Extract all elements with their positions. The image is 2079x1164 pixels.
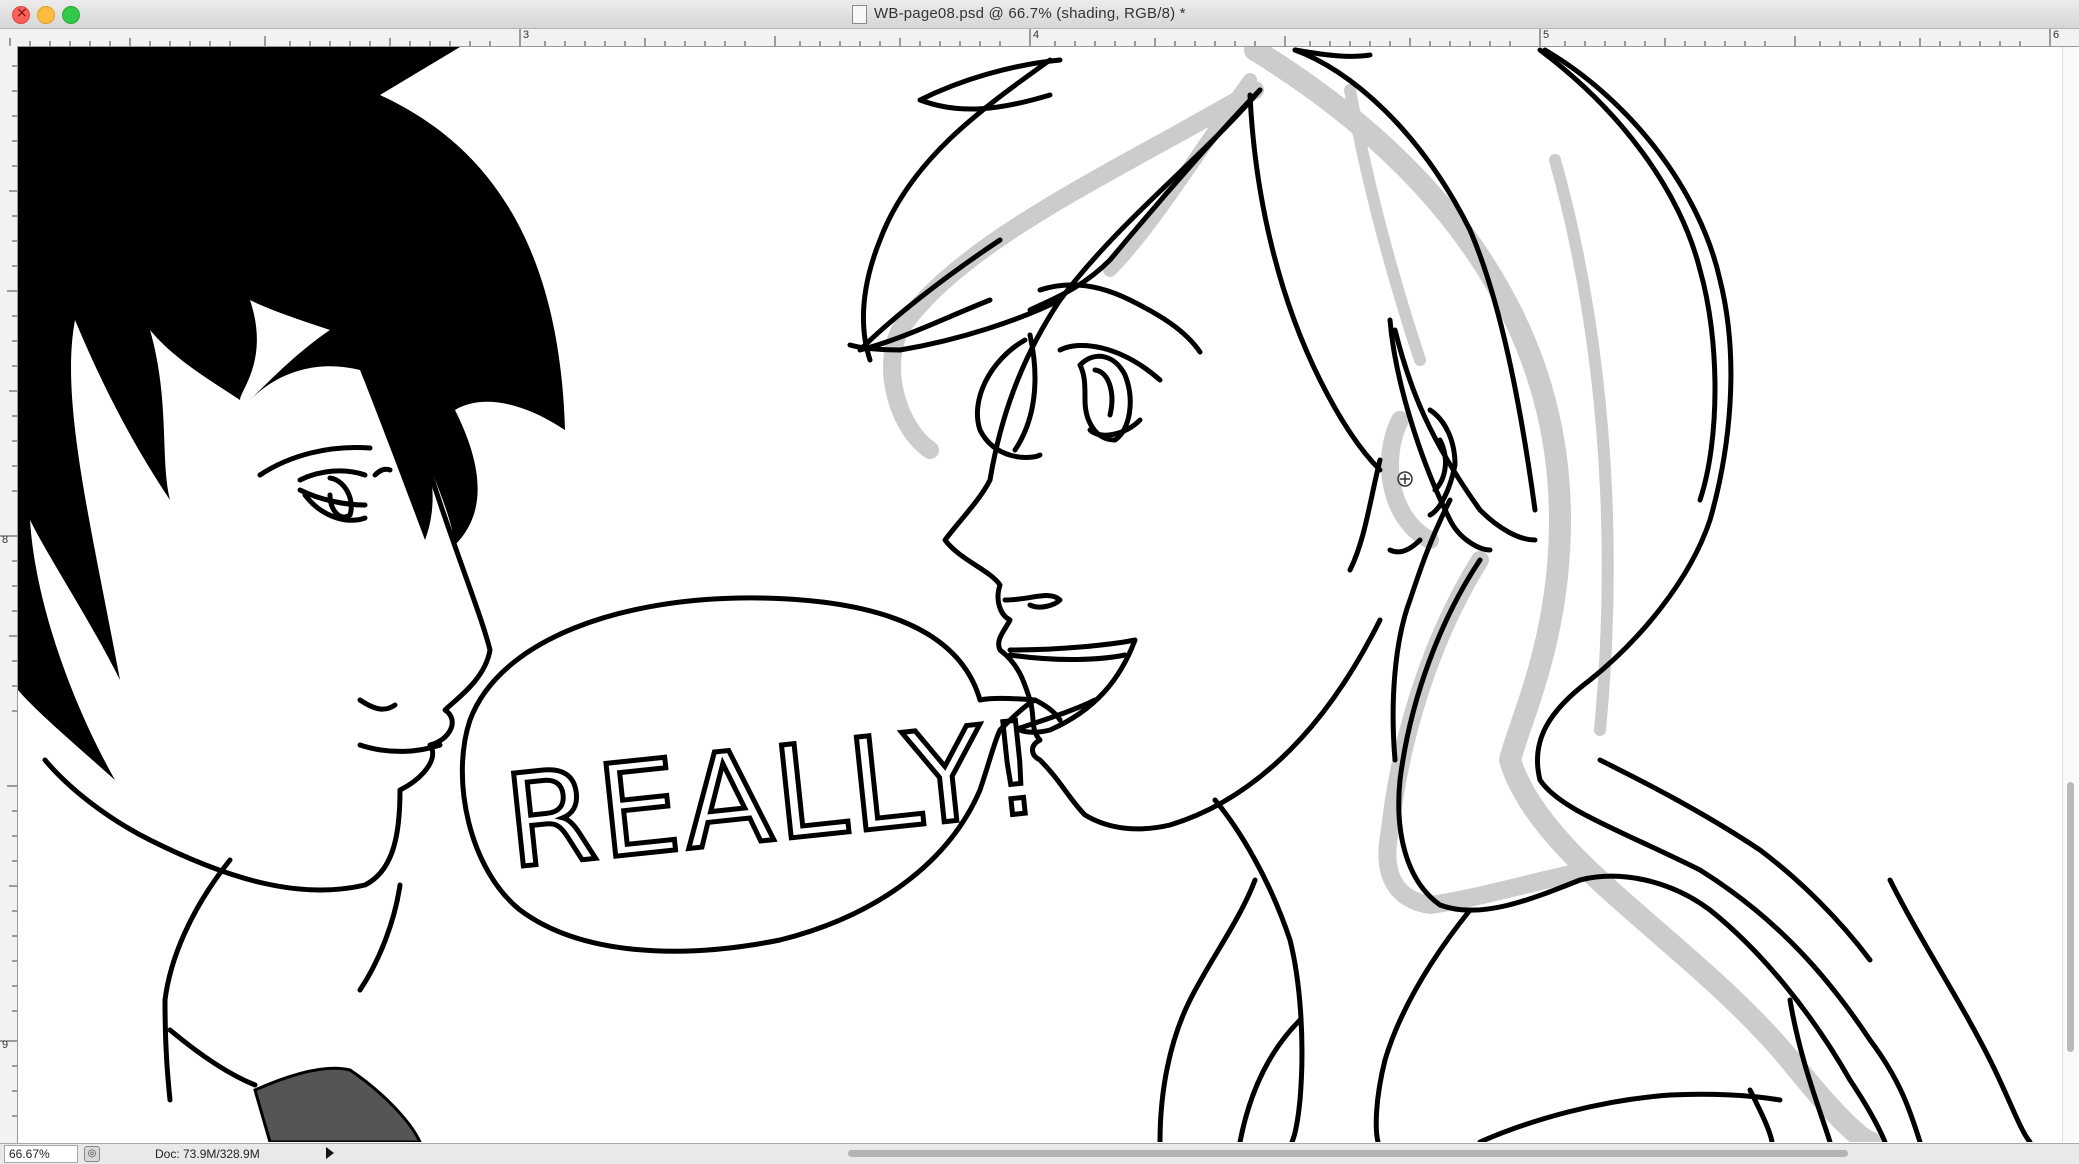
document-size-info: Doc: 73.9M/328.9M <box>155 1147 260 1161</box>
speech-bubble-text: REALLY! <box>499 693 1052 898</box>
boy-shirt <box>253 1066 422 1142</box>
close-window-button[interactable]: × <box>12 5 30 24</box>
zoom-level-field[interactable]: 66.67% <box>4 1145 78 1163</box>
comic-artwork: REALLY! <box>18 47 2033 1142</box>
window-title: WB-page08.psd @ 66.7% (shading, RGB/8) * <box>874 5 1186 22</box>
ruler-label: 3 <box>523 29 530 41</box>
brush-cursor-icon <box>1397 471 1413 487</box>
ruler-label: 8 <box>2 534 9 546</box>
horizontal-scrollbar[interactable] <box>340 1146 2060 1161</box>
horizontal-ruler-ticks <box>9 29 2051 46</box>
status-menu-arrow-icon[interactable] <box>326 1147 334 1159</box>
ruler-label: 4 <box>1033 29 1040 41</box>
ruler-label: 6 <box>2053 29 2060 41</box>
document-canvas[interactable]: REALLY! <box>18 47 2060 1142</box>
proof-setup-icon[interactable]: ◎ <box>84 1146 100 1162</box>
vertical-scroll-thumb[interactable] <box>2067 782 2074 1052</box>
status-bar: 66.67% ◎ Doc: 73.9M/328.9M <box>0 1143 2079 1164</box>
ruler-label: 9 <box>2 1039 9 1051</box>
vertical-ruler[interactable]: 8 9 <box>0 46 18 1143</box>
maximize-window-button[interactable] <box>62 6 80 24</box>
horizontal-scroll-thumb[interactable] <box>848 1150 1848 1157</box>
ruler-label: 5 <box>1543 29 1550 41</box>
close-icon: × <box>16 5 28 21</box>
vertical-ruler-ticks <box>0 65 17 1117</box>
document-proxy-icon[interactable] <box>852 5 867 24</box>
horizontal-ruler[interactable]: 3 4 5 6 <box>0 29 2079 47</box>
title-bar: × WB-page08.psd @ 66.7% (shading, RGB/8)… <box>0 0 2079 29</box>
minimize-window-button[interactable] <box>37 6 55 24</box>
vertical-scrollbar[interactable] <box>2062 47 2078 1142</box>
